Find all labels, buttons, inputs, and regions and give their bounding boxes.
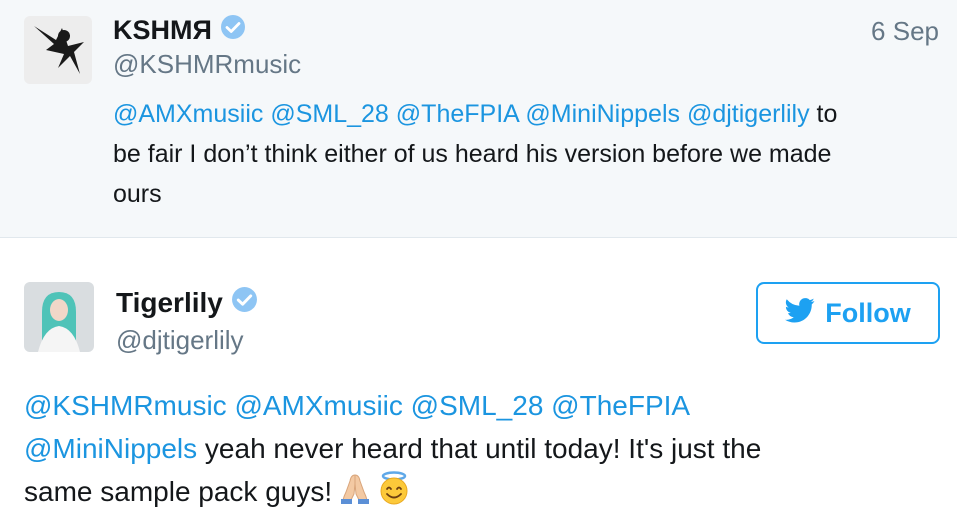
tweet-text-line-3: ours bbox=[113, 180, 162, 208]
tweet-date[interactable]: 6 Sep bbox=[871, 16, 939, 47]
mention-link[interactable]: @djtigerlily bbox=[687, 100, 810, 128]
tweet-tigerlily: Tigerlily @djtigerlily @KSHMRmusic @AMXm… bbox=[0, 238, 957, 516]
mention-link[interactable]: @MiniNippels bbox=[24, 433, 197, 464]
verified-badge-icon bbox=[220, 14, 246, 47]
tweet-text-line-1: @AMXmusiic @SML_28 @TheFPIA @MiniNippels… bbox=[113, 94, 943, 134]
smiling-face-with-halo-icon bbox=[378, 470, 410, 516]
tweet-text-line-2: be fair I don’t think either of us heard… bbox=[113, 140, 832, 168]
mention-link[interactable]: @AMXmusiic bbox=[113, 100, 263, 128]
tweet-text-segment: yeah never heard that until today! It's … bbox=[197, 433, 762, 464]
mention-link[interactable]: @SML_28 bbox=[411, 390, 544, 421]
tweet-text-line-3: same sample pack guys! bbox=[24, 470, 944, 516]
mention-link[interactable]: @KSHMRmusic bbox=[24, 390, 227, 421]
mention-link[interactable]: @TheFPIA bbox=[396, 100, 519, 128]
mention-link[interactable]: @SML_28 bbox=[270, 100, 389, 128]
follow-button-label: Follow bbox=[825, 297, 911, 328]
twitter-bird-icon bbox=[785, 298, 815, 328]
follow-button[interactable]: Follow bbox=[756, 282, 940, 344]
user-handle[interactable]: @djtigerlily bbox=[116, 325, 244, 356]
verified-badge-icon bbox=[231, 286, 258, 320]
tweet-text: @AMXmusiic @SML_28 @TheFPIA @MiniNippels… bbox=[113, 94, 943, 214]
folded-hands-icon bbox=[340, 472, 370, 516]
avatar-tigerlily[interactable] bbox=[24, 282, 94, 352]
display-name-text: Tigerlily bbox=[116, 287, 223, 318]
avatar-kshmr[interactable] bbox=[24, 16, 92, 84]
tweet-text-segment: same sample pack guys! bbox=[24, 476, 340, 507]
tweet-text-line-2: @MiniNippels yeah never heard that until… bbox=[24, 427, 944, 470]
tweet-text-line-1: @KSHMRmusic @AMXmusiic @SML_28 @TheFPIA bbox=[24, 384, 944, 427]
display-name[interactable]: Tigerlily bbox=[116, 286, 258, 320]
mention-link[interactable]: @TheFPIA bbox=[551, 390, 690, 421]
display-name[interactable]: KSHMЯ bbox=[113, 14, 246, 47]
mention-link[interactable]: @AMXmusiic bbox=[234, 390, 402, 421]
tweet-text-segment: to bbox=[809, 100, 838, 128]
mention-link[interactable]: @MiniNippels bbox=[525, 100, 680, 128]
user-handle[interactable]: @KSHMRmusic bbox=[113, 49, 301, 80]
tweet-text: @KSHMRmusic @AMXmusiic @SML_28 @TheFPIA … bbox=[24, 384, 944, 516]
tweet-kshmr: KSHMЯ @KSHMRmusic 6 Sep @AMXmusiic @SML_… bbox=[0, 0, 957, 238]
display-name-text: KSHMЯ bbox=[113, 15, 212, 45]
